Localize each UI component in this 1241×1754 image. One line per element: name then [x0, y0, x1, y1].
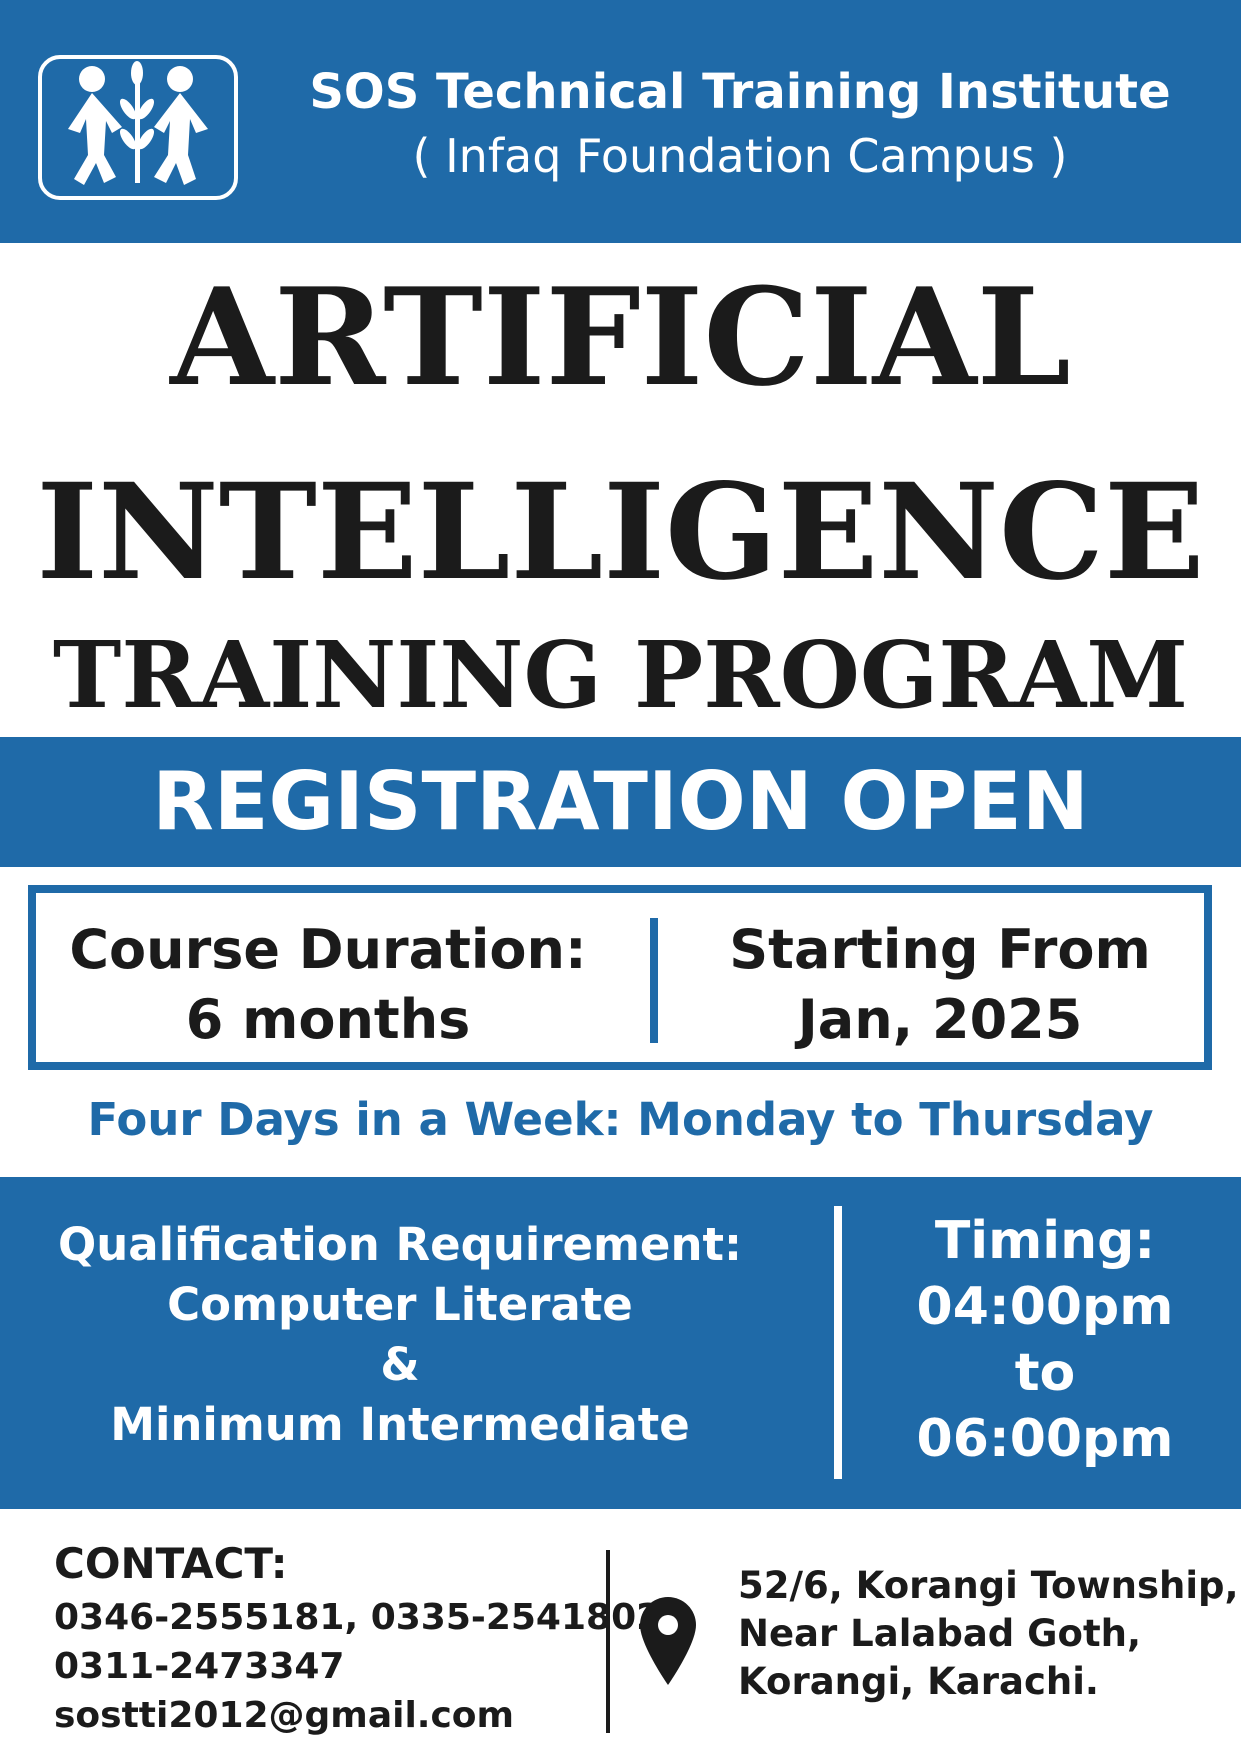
course-duration-value: 6 months	[185, 988, 471, 1051]
address-line-1: 52/6, Korangi Township,	[738, 1564, 1239, 1607]
course-duration-label: Course Duration:	[69, 918, 587, 981]
institute-name: SOS Technical Training Institute	[309, 64, 1171, 120]
location-pin-icon	[640, 1597, 696, 1685]
contact-label: CONTACT:	[54, 1539, 288, 1588]
course-box-divider	[650, 918, 658, 1043]
timing-to: to	[1014, 1343, 1076, 1403]
contact-email: sostti2012@gmail.com	[54, 1695, 515, 1736]
info-divider	[834, 1206, 842, 1479]
campus-name: ( Infaq Foundation Campus )	[412, 129, 1068, 183]
address-line-2: Near Lalabad Goth,	[738, 1612, 1142, 1655]
course-start-label: Starting From	[729, 918, 1151, 981]
course-duration: Course Duration: 6 months	[48, 915, 608, 1055]
address-block: 52/6, Korangi Township, Near Lalabad Got…	[738, 1562, 1239, 1706]
timing-label: Timing:	[934, 1211, 1156, 1271]
contact-phones-1: 0346-2555181, 0335-2541802	[54, 1597, 662, 1638]
title-line-2: INTELLIGENCE	[36, 455, 1205, 610]
timing-end: 06:00pm	[916, 1409, 1174, 1469]
address-line-3: Korangi, Karachi.	[738, 1660, 1099, 1703]
timing-start: 04:00pm	[916, 1277, 1174, 1337]
qualification-line-2: Minimum Intermediate	[110, 1398, 690, 1451]
qualification-block: Qualification Requirement: Computer Lite…	[20, 1215, 780, 1455]
title-line-1: ARTIFICIAL	[170, 258, 1071, 416]
qualification-line-1: Computer Literate	[167, 1278, 633, 1331]
contact-divider	[606, 1550, 610, 1733]
schedule-days: Four Days in a Week: Monday to Thursday	[87, 1093, 1154, 1146]
sos-children-logo-icon	[38, 55, 238, 200]
qualification-ampersand: &	[380, 1338, 420, 1391]
course-start-value: Jan, 2025	[797, 988, 1083, 1051]
qualification-label: Qualification Requirement:	[58, 1218, 742, 1271]
timing-block: Timing: 04:00pm to 06:00pm	[860, 1208, 1230, 1472]
registration-open-text: REGISTRATION OPEN	[152, 755, 1089, 848]
contact-block: CONTACT: 0346-2555181, 0335-2541802 0311…	[54, 1535, 661, 1740]
title-line-3: TRAINING PROGRAM	[52, 621, 1189, 729]
course-start: Starting From Jan, 2025	[660, 915, 1220, 1055]
contact-phones-2: 0311-2473347	[54, 1646, 345, 1687]
